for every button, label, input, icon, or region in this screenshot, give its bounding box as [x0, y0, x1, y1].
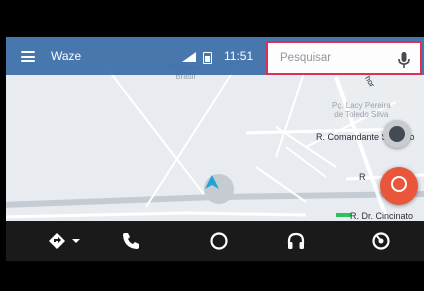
nav-button-notifications[interactable] — [356, 221, 406, 261]
compass-icon — [389, 126, 405, 142]
map-label-street-partial: R — [359, 172, 366, 182]
headphones-icon — [287, 232, 305, 249]
battery-icon — [203, 52, 212, 64]
bottom-nav-bar — [6, 221, 424, 261]
phone-icon — [123, 233, 139, 249]
nav-button-audio[interactable] — [271, 221, 321, 261]
report-button[interactable] — [380, 167, 418, 205]
home-icon — [210, 232, 228, 250]
cell-signal-icon — [182, 52, 196, 62]
map-label-cincinato: R. Dr. Cincinato — [350, 211, 414, 221]
nav-button-phone[interactable] — [106, 221, 156, 261]
top-bar: Waze 11:51 Pesquisar — [6, 37, 424, 75]
notifications-icon — [372, 232, 390, 250]
navigation-icon — [49, 233, 80, 249]
nav-button-navigation[interactable] — [41, 221, 91, 261]
mic-icon[interactable] — [397, 51, 411, 69]
search-box[interactable]: Pesquisar — [266, 41, 422, 75]
search-placeholder: Pesquisar — [280, 52, 332, 64]
android-auto-screen: Toyota doBrasil Pç. Lacy Pereirade Toled… — [6, 37, 424, 261]
report-icon — [391, 176, 407, 192]
menu-icon[interactable] — [21, 51, 35, 62]
map-label-plaza: Pç. Lacy Pereira de Toledo Silva — [332, 101, 391, 119]
compass-button[interactable] — [383, 120, 411, 148]
app-title: Waze — [51, 49, 82, 63]
nav-button-home[interactable] — [194, 221, 244, 261]
clock: 11:51 — [224, 49, 254, 63]
current-location — [204, 174, 234, 204]
current-location-arrow-icon — [205, 175, 219, 189]
